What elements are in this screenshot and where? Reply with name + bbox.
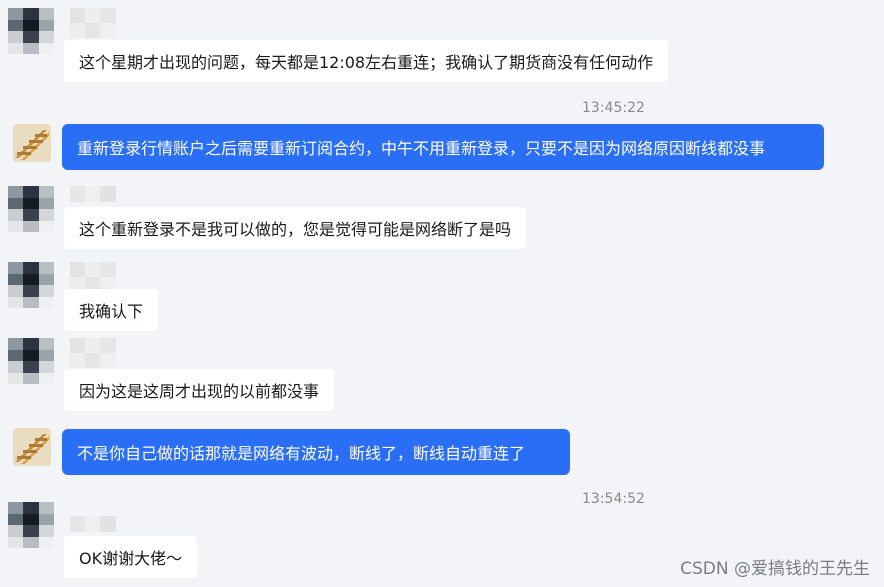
timestamp: 13:45:22	[582, 100, 645, 116]
message-text: 因为这是这周才出现的以前都没事	[79, 382, 320, 401]
user-avatar[interactable]	[13, 428, 51, 466]
message-bubble-outgoing[interactable]: 不是你自己做的话那就是网络有波动，断线了，断线自动重连了	[62, 429, 570, 475]
contact-name	[70, 262, 116, 292]
message-text: OK谢谢大佬～	[79, 549, 183, 568]
contact-name	[70, 338, 116, 368]
message-bubble-outgoing[interactable]: 重新登录行情账户之后需要重新订阅合约，中午不用重新登录，只要不是因为网络原因断线…	[62, 124, 824, 170]
message-text: 重新登录行情账户之后需要重新订阅合约，中午不用重新登录，只要不是因为网络原因断线…	[77, 139, 766, 158]
contact-avatar[interactable]	[8, 338, 54, 384]
message-text: 这个星期才出现的问题，每天都是12:08左右重连；我确认了期货商没有任何动作	[79, 53, 654, 72]
contact-avatar[interactable]	[8, 8, 54, 54]
watermark: CSDN @爱搞钱的王先生	[680, 559, 870, 579]
message-bubble-incoming[interactable]: 因为这是这周才出现的以前都没事	[64, 369, 335, 411]
message-bubble-incoming[interactable]: OK谢谢大佬～	[64, 536, 198, 578]
user-avatar-image	[13, 428, 51, 466]
message-bubble-incoming[interactable]: 这个星期才出现的问题，每天都是12:08左右重连；我确认了期货商没有任何动作	[64, 40, 669, 82]
user-avatar[interactable]	[13, 124, 51, 162]
message-bubble-incoming[interactable]: 这个重新登录不是我可以做的，您是觉得可能是网络断了是吗	[64, 207, 527, 249]
contact-name	[70, 516, 116, 532]
contact-avatar[interactable]	[8, 262, 54, 308]
contact-avatar[interactable]	[8, 186, 54, 232]
contact-name	[70, 8, 116, 38]
message-text: 我确认下	[79, 302, 144, 321]
user-avatar-image	[13, 124, 51, 162]
message-bubble-incoming[interactable]: 我确认下	[64, 289, 159, 331]
message-text: 不是你自己做的话那就是网络有波动，断线了，断线自动重连了	[77, 444, 526, 463]
timestamp: 13:54:52	[582, 491, 645, 507]
message-text: 这个重新登录不是我可以做的，您是觉得可能是网络断了是吗	[79, 220, 512, 239]
contact-avatar[interactable]	[8, 502, 54, 548]
contact-name	[70, 186, 116, 202]
